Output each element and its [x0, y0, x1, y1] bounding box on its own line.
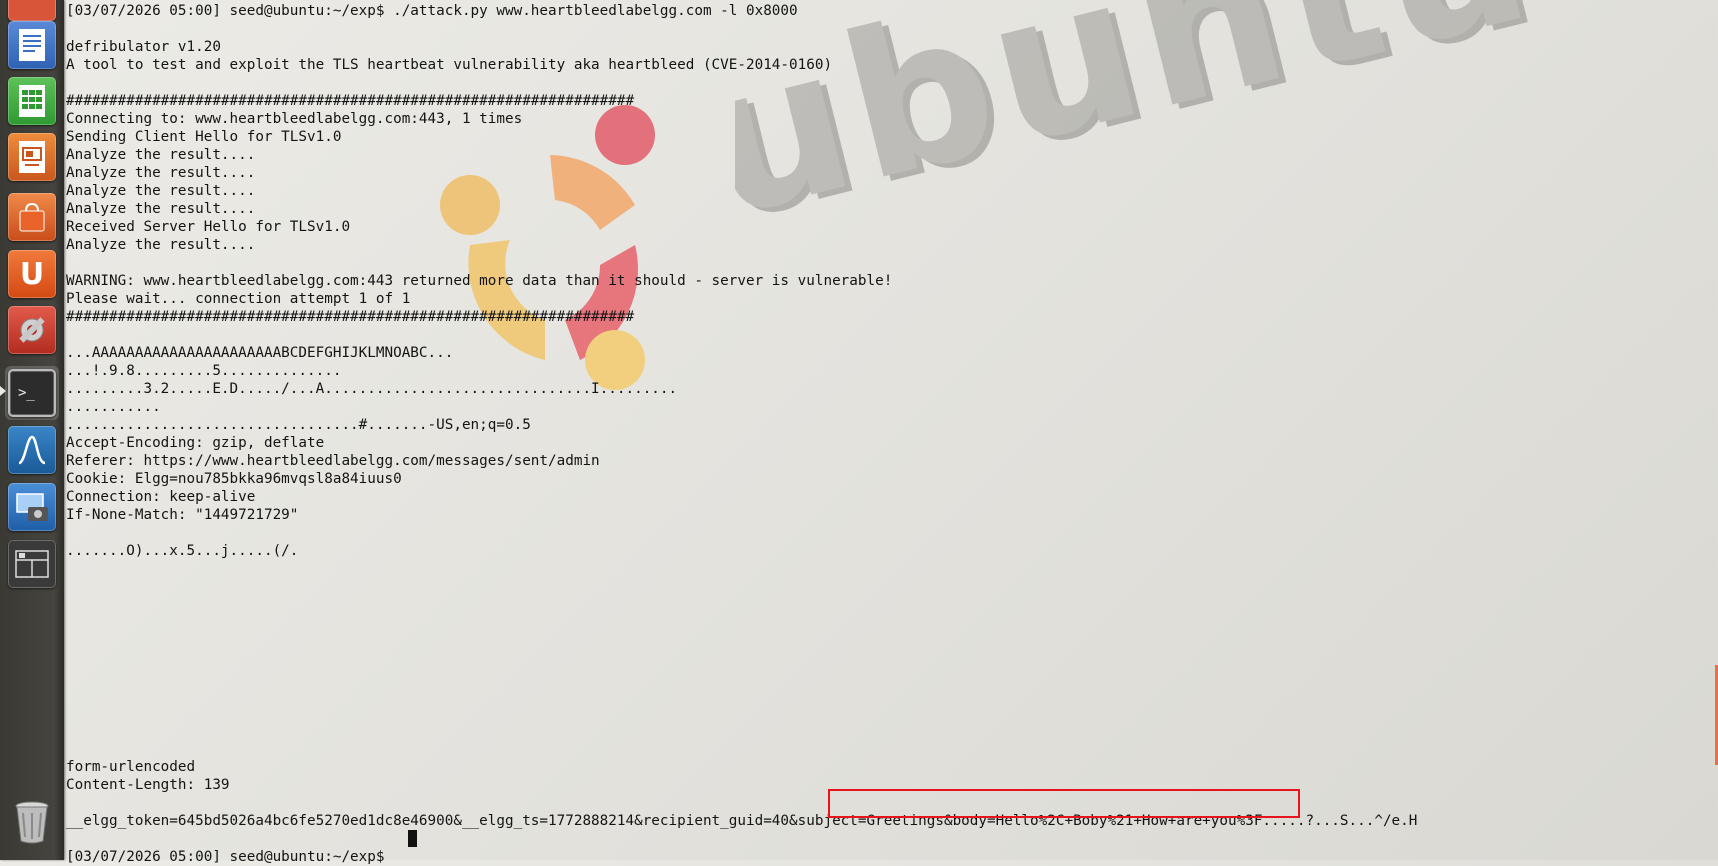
terminal-line: ........... — [66, 399, 161, 415]
launcher-system-settings[interactable] — [5, 303, 59, 357]
launcher-ubuntu-one[interactable]: U — [5, 247, 59, 301]
terminal-line: ..................................#.....… — [66, 417, 531, 433]
terminal-line: Content-Length: 139 — [66, 777, 230, 793]
terminal-line: Analyze the result.... — [66, 165, 256, 181]
terminal-icon: >_ — [8, 369, 56, 417]
terminal-line: Received Server Hello for TLSv1.0 — [66, 219, 351, 235]
terminal-cursor — [408, 830, 417, 847]
launcher-terminal[interactable]: >_ — [5, 366, 59, 420]
terminal-line: ...!.9.8.........5.............. — [66, 363, 342, 379]
launcher-writer[interactable] — [5, 18, 59, 72]
terminal-line: Accept-Encoding: gzip, deflate — [66, 435, 325, 451]
trash-icon — [8, 798, 56, 846]
launcher-workspace-switcher[interactable] — [5, 537, 59, 591]
terminal-line: form-urlencoded — [66, 759, 196, 775]
terminal-line: ########################################… — [66, 309, 635, 325]
ubuntu-one-glyph: U — [19, 256, 45, 292]
terminal-line: Sending Client Hello for TLSv1.0 — [66, 129, 342, 145]
highlight-box-leaked-message — [828, 789, 1300, 818]
shopping-bag-icon — [8, 193, 56, 241]
launcher-impress[interactable] — [5, 130, 59, 184]
terminal-line: Analyze the result.... — [66, 237, 256, 253]
wireshark-icon — [8, 426, 56, 474]
calc-icon — [8, 77, 56, 125]
launcher-calc[interactable] — [5, 74, 59, 128]
terminal-line: Referer: https://www.heartbleedlabelgg.c… — [66, 453, 600, 469]
unity-launcher: U >_ — [0, 0, 64, 860]
terminal-glyph: >_ — [18, 385, 35, 401]
settings-icon — [8, 306, 56, 354]
terminal-line: .......O)...x.5...j.....(/. — [66, 543, 299, 559]
terminal-line: Connecting to: www.heartbleedlabelgg.com… — [66, 111, 523, 127]
terminal-line: [03/07/2026 05:00] seed@ubuntu:~/exp$ ./… — [66, 3, 798, 19]
ubuntu-one-icon: U — [8, 250, 56, 298]
screenshot-icon — [8, 483, 56, 531]
terminal-line: ...AAAAAAAAAAAAAAAAAAAAAABCDEFGHIJKLMNOA… — [66, 345, 454, 361]
terminal-line: If-None-Match: "1449721729" — [66, 507, 299, 523]
terminal-line: WARNING: www.heartbleedlabelgg.com:443 r… — [66, 273, 893, 289]
terminal-line: Analyze the result.... — [66, 183, 256, 199]
launcher-screenshot[interactable] — [5, 480, 59, 534]
workspace-icon — [8, 540, 56, 588]
writer-icon — [8, 21, 56, 69]
terminal-line: Cookie: Elgg=nou785bkka96mvqsl8a84iuus0 — [66, 471, 402, 487]
terminal-line: .........3.2.....E.D...../...A..........… — [66, 381, 678, 397]
terminal-line: Please wait... connection attempt 1 of 1 — [66, 291, 411, 307]
launcher-trash[interactable] — [5, 795, 59, 849]
terminal-line: Analyze the result.... — [66, 201, 256, 217]
terminal-line: Connection: keep-alive — [66, 489, 256, 505]
terminal-line: Analyze the result.... — [66, 147, 256, 163]
terminal-line: defribulator v1.20 — [66, 39, 221, 55]
launcher-wireshark[interactable] — [5, 423, 59, 477]
terminal-line: ########################################… — [66, 93, 635, 109]
terminal-output[interactable]: [03/07/2026 05:00] seed@ubuntu:~/exp$ ./… — [66, 0, 1718, 865]
impress-icon — [8, 133, 56, 181]
terminal-line: [03/07/2026 05:00] seed@ubuntu:~/exp$ — [66, 849, 394, 865]
launcher-ubuntu-software[interactable] — [5, 190, 59, 244]
terminal-line: A tool to test and exploit the TLS heart… — [66, 57, 833, 73]
